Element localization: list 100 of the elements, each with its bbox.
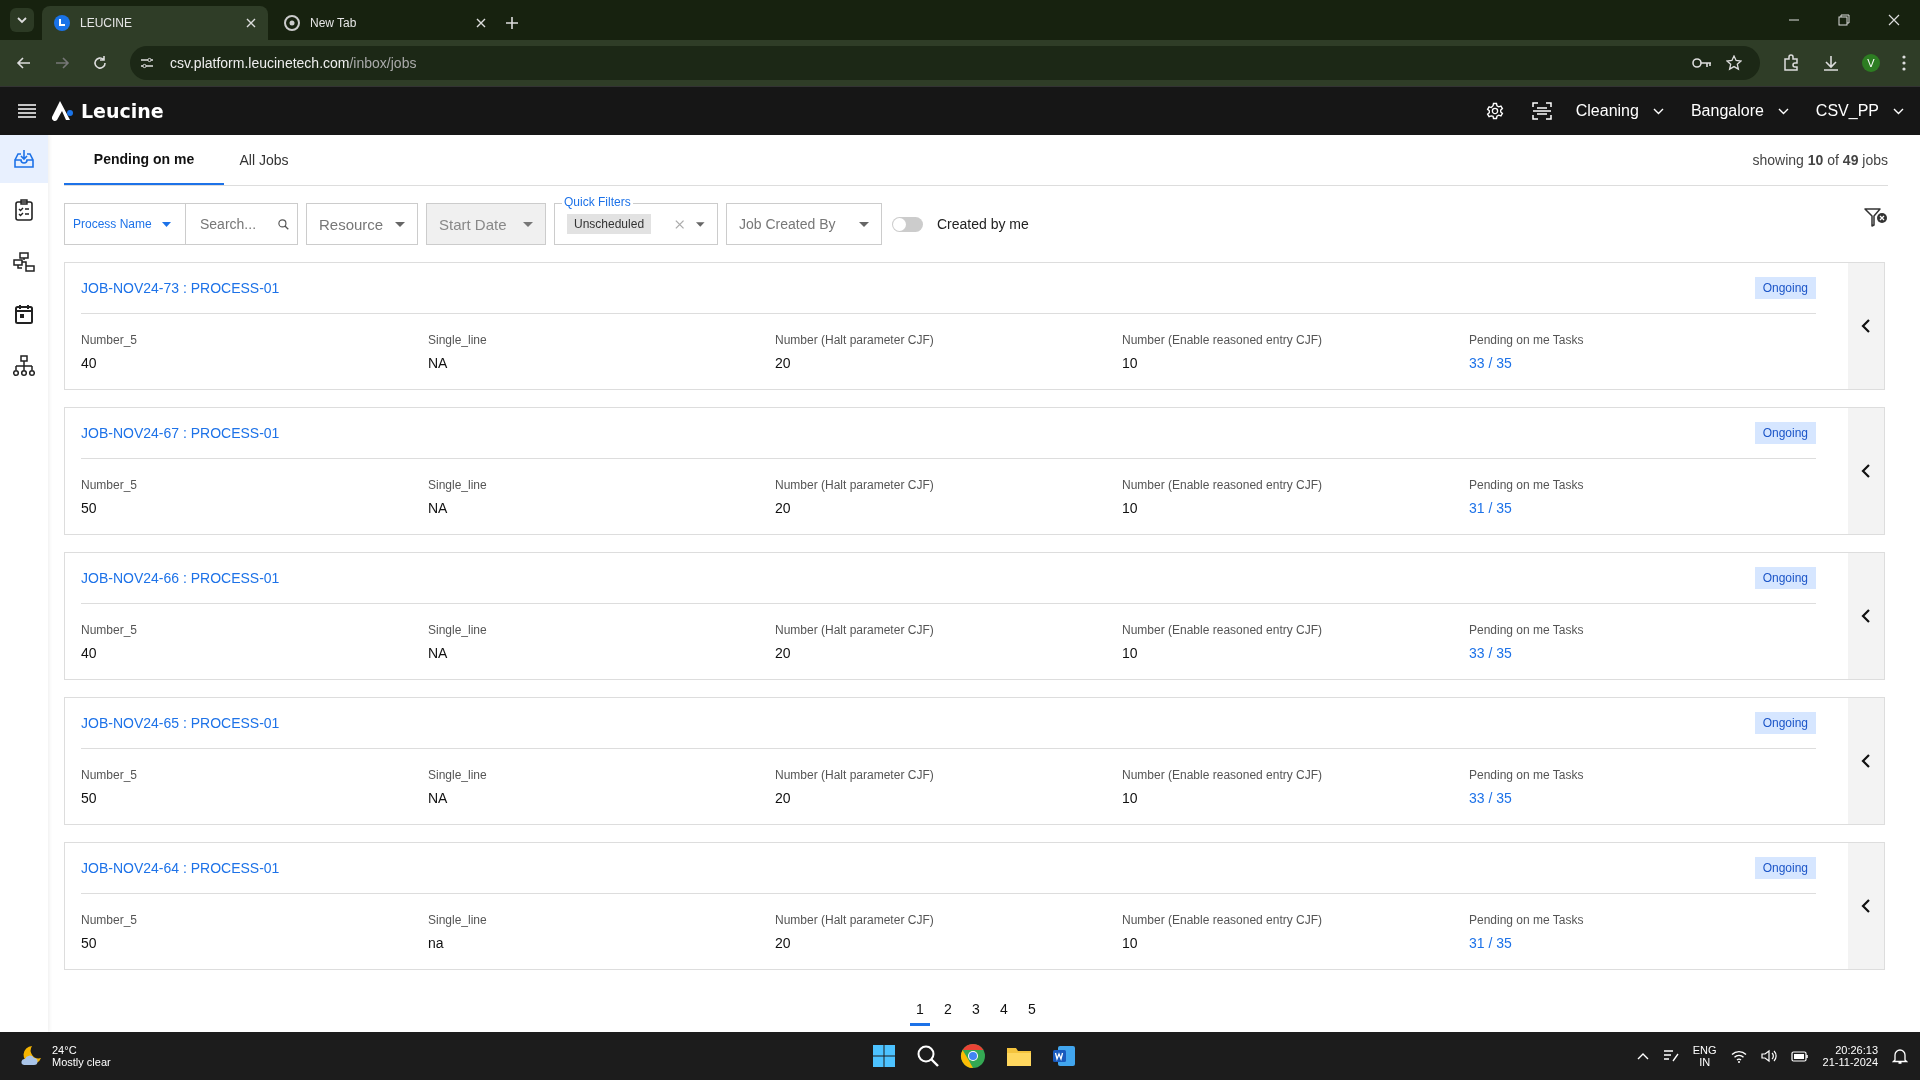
folder-icon[interactable]	[1005, 1045, 1032, 1067]
page-number[interactable]: 1	[910, 992, 930, 1026]
page-number[interactable]: 2	[938, 992, 958, 1026]
menu-icon[interactable]	[18, 104, 36, 118]
close-icon[interactable]	[246, 18, 256, 28]
field-value: NA	[428, 790, 449, 806]
task-count-link[interactable]: 33 / 35	[1469, 645, 1816, 661]
close-icon[interactable]	[1888, 14, 1900, 26]
pen-menu-icon[interactable]	[1662, 1049, 1679, 1063]
language-indicator[interactable]: IN	[1699, 1056, 1711, 1068]
field-label: Pending on me Tasks	[1469, 913, 1585, 927]
resource-dropdown[interactable]: Resource	[306, 203, 418, 245]
more-icon[interactable]	[1902, 55, 1906, 71]
battery-icon[interactable]	[1790, 1050, 1809, 1062]
clear-filter-icon[interactable]	[1864, 206, 1888, 228]
chevron-down-icon	[16, 14, 28, 26]
page-number[interactable]: 4	[994, 992, 1014, 1026]
field-value: 10	[1122, 355, 1139, 371]
field-label: Single_line	[428, 333, 488, 347]
chevron-left-icon	[1861, 609, 1871, 623]
clipboard-icon	[13, 199, 35, 221]
task-count-link[interactable]: 33 / 35	[1469, 355, 1816, 371]
header-dropdown[interactable]: CSV_PP	[1815, 102, 1904, 120]
speaker-icon[interactable]	[1760, 1049, 1777, 1063]
field-label: Number (Halt parameter CJF)	[775, 478, 935, 492]
field-label: Pending on me Tasks	[1469, 768, 1585, 782]
tab-title: New Tab	[310, 16, 358, 30]
field-value: 50	[81, 500, 98, 516]
language-indicator[interactable]: ENG	[1692, 1044, 1717, 1056]
field-value: 20	[775, 935, 792, 951]
settings-icon[interactable]	[1485, 102, 1504, 120]
star-icon[interactable]	[1726, 55, 1742, 71]
task-count-link[interactable]: 31 / 35	[1469, 935, 1816, 951]
wifi-icon[interactable]	[1730, 1049, 1747, 1063]
dropdown-arrow-icon[interactable]	[696, 221, 705, 227]
field-label: Number_5	[81, 768, 139, 782]
job-title-link[interactable]: JOB-NOV24-73 : PROCESS-01	[81, 280, 280, 296]
puzzle-icon[interactable]	[1782, 54, 1800, 72]
clock-time[interactable]: 20:26:13	[1835, 1044, 1878, 1056]
field-label: Number_5	[81, 333, 139, 347]
chevron-down-icon	[1777, 107, 1789, 115]
job-title-link[interactable]: JOB-NOV24-64 : PROCESS-01	[81, 860, 280, 876]
search-field[interactable]: Search...	[198, 215, 278, 233]
field-label: Single_line	[428, 913, 488, 927]
globe-icon	[284, 15, 300, 31]
tab[interactable]: Pending on me	[64, 135, 224, 185]
toggle-label: Created by me	[937, 216, 1029, 232]
hierarchy-icon	[13, 355, 35, 377]
field-value: 20	[775, 645, 792, 661]
header-dropdown[interactable]: Bangalore	[1690, 102, 1789, 120]
field-label: Number (Enable reasoned entry CJF)	[1122, 623, 1324, 637]
chevron-down-icon	[1893, 107, 1904, 115]
job-created-by-dropdown[interactable]: Job Created By	[726, 203, 882, 245]
status-badge: Ongoing	[1754, 422, 1816, 444]
page-number[interactable]: 3	[966, 992, 986, 1026]
address-bar[interactable]: csv.platform.leucinetech.com/inbox/jobs	[130, 46, 1760, 80]
temperature: 24°C	[52, 1044, 78, 1056]
new-tab-icon[interactable]	[506, 17, 518, 29]
browser-tab[interactable]: New Tab	[272, 6, 498, 40]
job-title-link[interactable]: JOB-NOV24-67 : PROCESS-01	[81, 425, 280, 441]
toggle-switch[interactable]	[892, 216, 923, 232]
tab[interactable]: All Jobs	[224, 135, 304, 185]
search-field[interactable]: Search...	[186, 203, 298, 245]
search-icon	[278, 216, 289, 232]
profile-avatar[interactable]: V	[1862, 54, 1880, 72]
job-title-link[interactable]: JOB-NOV24-66 : PROCESS-01	[81, 570, 280, 586]
filter-chip: Unscheduled	[567, 214, 652, 234]
document-app-icon[interactable]	[1051, 1044, 1076, 1068]
field-value: NA	[428, 645, 449, 661]
restore-icon[interactable]	[1838, 14, 1850, 26]
browser-app-icon[interactable]	[959, 1043, 986, 1069]
notification-icon[interactable]	[1892, 1048, 1908, 1064]
field-label: Quick Filters	[562, 195, 633, 209]
back-icon[interactable]	[16, 55, 32, 71]
field-value: NA	[428, 355, 449, 371]
task-count-link[interactable]: 33 / 35	[1469, 790, 1816, 806]
reload-icon[interactable]	[92, 55, 108, 71]
process-name-dropdown[interactable]: Process Name	[64, 203, 186, 245]
chevron-up-icon[interactable]	[1636, 1052, 1649, 1060]
search-icon[interactable]	[915, 1044, 940, 1068]
browser-tab[interactable]: LEUCINE	[42, 6, 268, 40]
field-value: 40	[81, 645, 98, 661]
windows-start-icon[interactable]	[871, 1044, 896, 1068]
task-count-link[interactable]: 31 / 35	[1469, 500, 1816, 516]
close-icon[interactable]	[476, 18, 486, 28]
forward-icon[interactable]	[54, 55, 70, 71]
field-value: 10	[1122, 500, 1139, 516]
field-label: Number (Halt parameter CJF)	[775, 768, 935, 782]
download-icon[interactable]	[1822, 54, 1840, 72]
field-label: Single_line	[428, 768, 488, 782]
clock-date[interactable]: 21-11-2024	[1822, 1056, 1878, 1068]
inbox-icon	[13, 148, 35, 170]
job-title-link[interactable]: JOB-NOV24-65 : PROCESS-01	[81, 715, 280, 731]
tab-list-button[interactable]	[10, 8, 34, 32]
scan-icon[interactable]	[1531, 102, 1552, 120]
header-dropdown[interactable]: Cleaning	[1575, 102, 1664, 120]
field-label: Number (Halt parameter CJF)	[775, 913, 935, 927]
page-number[interactable]: 5	[1022, 992, 1042, 1026]
field-value: 20	[775, 500, 792, 516]
key-icon[interactable]	[1692, 56, 1712, 70]
